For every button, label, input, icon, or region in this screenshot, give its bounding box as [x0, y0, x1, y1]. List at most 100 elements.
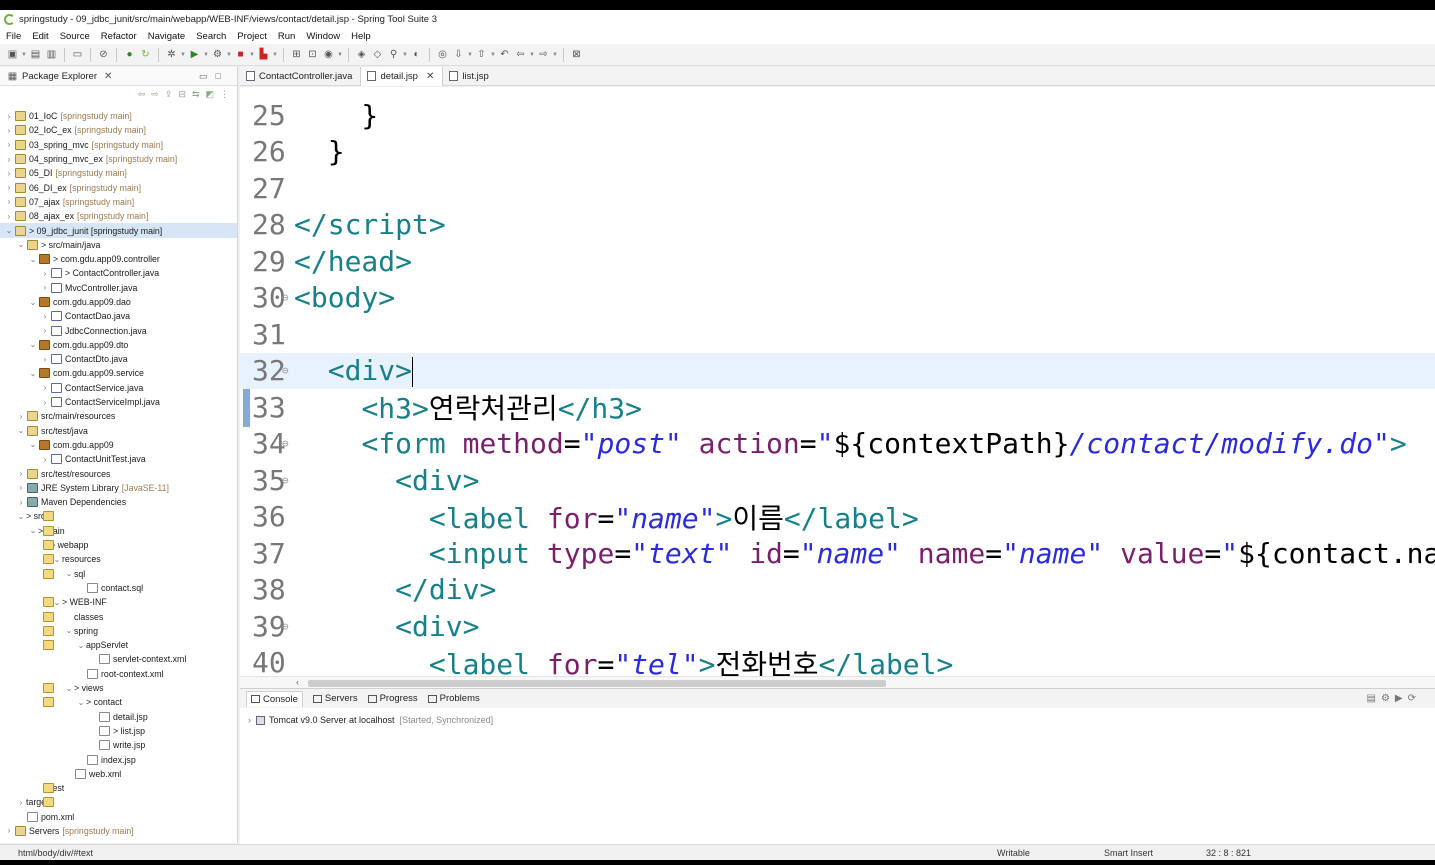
expand-toggle-icon[interactable]: ⌄ — [64, 684, 74, 693]
code-line[interactable]: 30 ⊖ <body> — [240, 280, 1435, 316]
tree-item[interactable]: classes — [0, 609, 237, 623]
code-line[interactable]: 33 <h3>연락처관리</h3> — [240, 389, 1435, 426]
expand-toggle-icon[interactable]: › — [40, 283, 50, 292]
close-icon[interactable]: ✕ — [426, 71, 434, 82]
next-annotation-icon[interactable]: ⇩ — [452, 48, 465, 61]
tree-item[interactable]: index.jsp — [0, 752, 237, 766]
expand-toggle-icon[interactable]: ⌄ — [76, 698, 86, 707]
expand-toggle-icon[interactable]: › — [16, 412, 26, 421]
code-text[interactable]: <form method="post" action="${contextPat… — [294, 427, 1406, 460]
expand-toggle-icon[interactable]: › — [4, 126, 14, 135]
horizontal-scrollbar[interactable]: ‹ — [240, 676, 1435, 688]
tree-item[interactable]: › 05_DI [springstudy main] — [0, 166, 237, 180]
menu-edit[interactable]: Edit — [32, 31, 48, 42]
code-text[interactable]: </head> — [294, 245, 412, 278]
scrollbar-thumb[interactable] — [308, 680, 886, 687]
new-package-icon[interactable]: ⊡ — [306, 48, 319, 61]
tree-item[interactable]: ⌄ > src/main/java — [0, 238, 237, 252]
tree-item[interactable]: › JRE System Library [JavaSE-11] — [0, 481, 237, 495]
tree-item[interactable]: › Servers [springstudy main] — [0, 824, 237, 838]
tree-item[interactable]: root-context.xml — [0, 667, 237, 681]
search-icon[interactable]: ⚲ — [387, 48, 400, 61]
server-dropdown-icon[interactable]: ▼ — [272, 48, 278, 61]
code-text[interactable]: <div> — [294, 610, 479, 643]
server-icon[interactable]: ▙ — [257, 48, 270, 61]
debug-icon[interactable]: ✲ — [165, 48, 178, 61]
tree-item[interactable]: ⌄ > views — [0, 681, 237, 695]
tab-progress[interactable]: Progress — [367, 693, 418, 704]
expand-toggle-icon[interactable]: › — [16, 798, 26, 807]
forward-icon[interactable]: ⇨ — [537, 48, 550, 61]
expand-toggle-icon[interactable]: › — [16, 498, 26, 507]
code-line[interactable]: 31 — [240, 316, 1435, 352]
forward-icon[interactable]: ⇨ — [151, 89, 159, 100]
expand-toggle-icon[interactable]: ⌄ — [64, 626, 74, 635]
expand-toggle-icon[interactable]: › — [40, 326, 50, 335]
code-line[interactable]: 29 </head> — [240, 243, 1435, 279]
tree-item[interactable]: ⌄> webapp — [0, 538, 237, 552]
code-text[interactable]: } — [294, 135, 345, 168]
expand-toggle-icon[interactable]: › — [4, 169, 14, 178]
code-text[interactable]: } — [294, 99, 378, 132]
tree-item[interactable]: ⌄ src/test/java — [0, 424, 237, 438]
tree-item[interactable]: › src/main/resources — [0, 409, 237, 423]
scroll-left-icon[interactable]: ‹ — [296, 677, 299, 687]
menu-navigate[interactable]: Navigate — [148, 31, 186, 42]
annotation-icon[interactable]: ◐ — [410, 48, 423, 61]
expand-toggle-icon[interactable]: › — [16, 483, 26, 492]
menu-search[interactable]: Search — [196, 31, 226, 42]
code-editor[interactable]: 25 } 26 } 27 28 </script> 29 </head> 30 ⊖ <body> 3… — [240, 87, 1435, 684]
code-line[interactable]: 26 } — [240, 134, 1435, 170]
fold-marker-icon[interactable]: ⊖ — [282, 437, 289, 450]
back-icon[interactable]: ⇦ — [138, 89, 146, 100]
menu-window[interactable]: Window — [306, 31, 340, 42]
code-line[interactable]: 32 ⊖ <div> — [240, 352, 1435, 389]
last-edit-icon[interactable]: ↶ — [498, 48, 511, 61]
save-icon[interactable]: ▤ — [29, 48, 42, 61]
open-type-icon[interactable]: ◈ — [355, 48, 368, 61]
expand-toggle-icon[interactable]: › — [40, 398, 50, 407]
tree-item[interactable]: › src/test/resources — [0, 466, 237, 480]
fold-marker-icon[interactable]: ⊖ — [282, 620, 289, 633]
run-icon[interactable]: ▶ — [188, 48, 201, 61]
tree-item[interactable]: › > ContactController.java — [0, 266, 237, 280]
expand-toggle-icon[interactable]: › — [4, 112, 14, 121]
expand-toggle-icon[interactable]: ⌄ — [28, 440, 38, 449]
tree-item[interactable]: ⌄ > main — [0, 524, 237, 538]
tree-item[interactable]: › target — [0, 795, 237, 809]
tab-problems[interactable]: Problems — [427, 693, 480, 704]
new-class-icon[interactable]: ◉ — [322, 48, 335, 61]
expand-toggle-icon[interactable]: › — [4, 212, 14, 221]
boot-dashboard-icon[interactable]: ● — [123, 48, 136, 61]
expand-toggle-icon[interactable]: ⌄ — [16, 240, 26, 249]
expand-toggle-icon[interactable]: ⌄ — [64, 569, 74, 578]
tree-item[interactable]: ⌄ com.gdu.app09.service — [0, 366, 237, 380]
code-text[interactable]: </div> — [294, 573, 496, 606]
tree-item[interactable]: › MvcController.java — [0, 281, 237, 295]
code-text[interactable]: </script> — [294, 208, 446, 241]
new-dropdown-icon[interactable]: ▼ — [21, 48, 27, 61]
view-menu-icon[interactable]: ⋮ — [220, 89, 229, 100]
tree-item[interactable]: servlet-context.xml — [0, 652, 237, 666]
tree-item[interactable]: › 06_DI_ex [springstudy main] — [0, 180, 237, 194]
tree-item[interactable]: › ContactServiceImpl.java — [0, 395, 237, 409]
terminal-icon[interactable]: ▭ — [71, 48, 84, 61]
expand-toggle-icon[interactable]: ⌄ — [16, 426, 26, 435]
expand-toggle-icon[interactable]: ⌄ — [28, 340, 38, 349]
code-line[interactable]: 35 ⊖ <div> — [240, 462, 1435, 498]
prev-annotation-icon[interactable]: ⇧ — [475, 48, 488, 61]
forward-dropdown-icon[interactable]: ▼ — [552, 48, 558, 61]
expand-toggle-icon[interactable]: › — [40, 312, 50, 321]
tree-item[interactable]: ⌄ com.gdu.app09 — [0, 438, 237, 452]
new-java-project-icon[interactable]: ⊞ — [290, 48, 303, 61]
tree-item[interactable]: › ContactUnitTest.java — [0, 452, 237, 466]
tree-item[interactable]: write.jsp — [0, 738, 237, 752]
expand-toggle-icon[interactable]: › — [4, 155, 14, 164]
tree-item[interactable]: ⌄ sql — [0, 567, 237, 581]
stop-icon[interactable]: ■ — [234, 48, 247, 61]
code-line[interactable]: 27 — [240, 170, 1435, 206]
skip-breakpoints-icon[interactable]: ⊘ — [97, 48, 110, 61]
close-icon[interactable]: ✕ — [104, 71, 112, 82]
code-line[interactable]: 37 <input type="text" id="name" name="na… — [240, 535, 1435, 571]
expand-toggle-icon[interactable]: › — [40, 269, 50, 278]
